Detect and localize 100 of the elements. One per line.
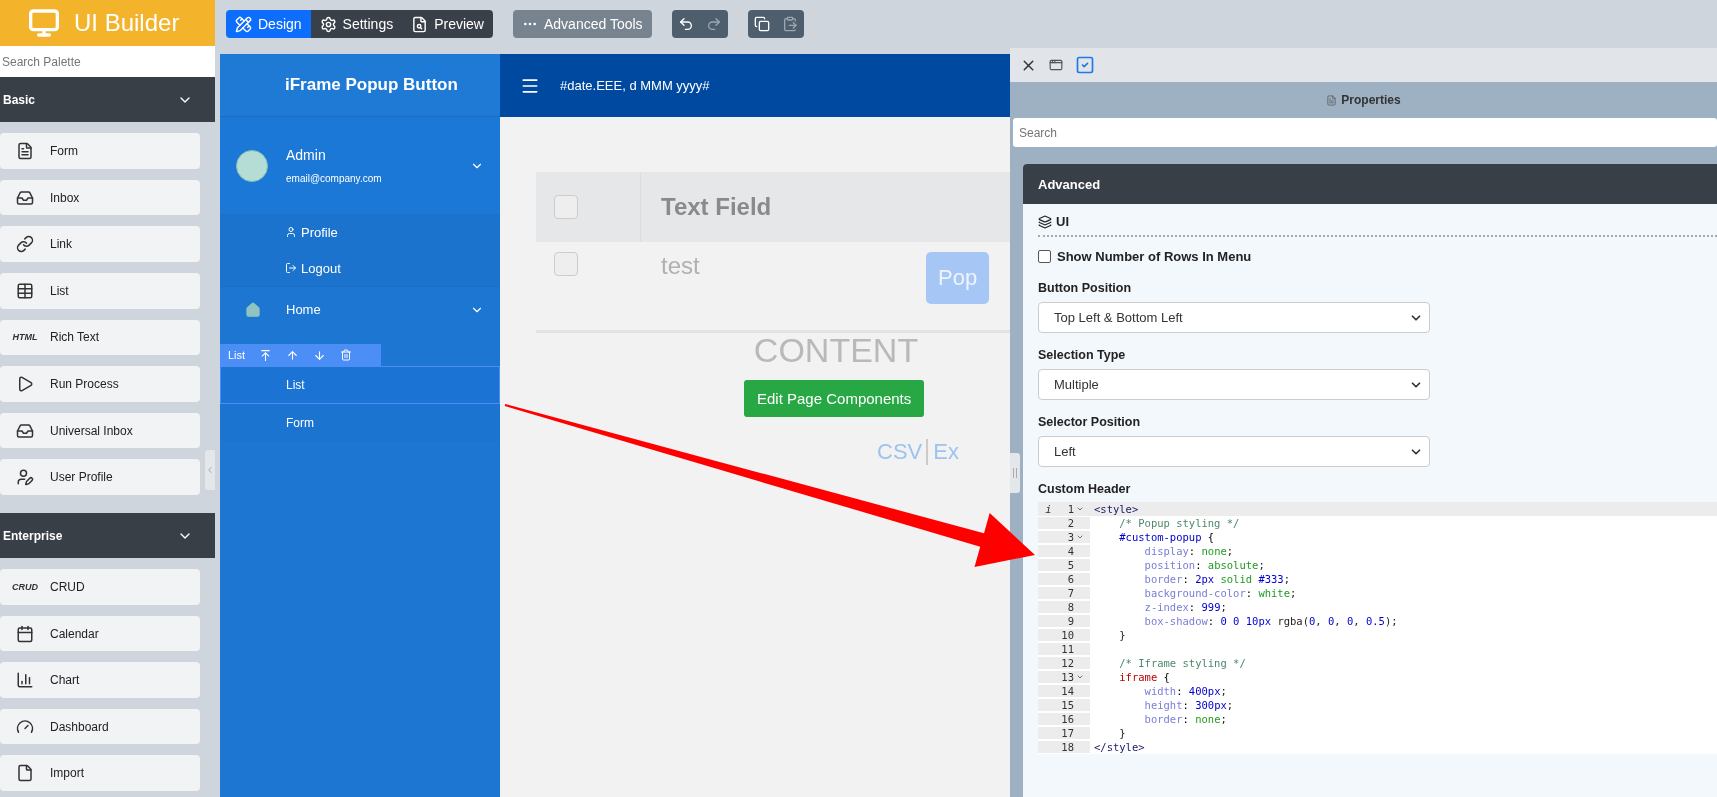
collapse-handle[interactable] [205,450,215,490]
line-number: 16 [1061,713,1074,725]
palette-item-label: Universal Inbox [50,423,133,438]
mode-tab[interactable]: Design [226,10,311,38]
move-top-icon[interactable] [259,348,273,362]
section-title: Enterprise [3,528,63,543]
palette-item[interactable]: Calendar [0,615,200,652]
field-label: Button Position [1038,281,1133,295]
page-menu-item[interactable]: List [220,366,500,404]
delete-icon[interactable] [340,349,353,361]
component-icon [16,141,34,160]
palette-item-label: Dashboard [50,719,109,734]
window-icon[interactable] [1049,58,1063,72]
gear-icon [319,15,337,33]
line-number: 13 [1061,671,1074,683]
layers-icon [1038,214,1052,229]
palette-section-header[interactable]: Basic [0,76,215,123]
group-title: UI [1056,214,1069,229]
properties-search-field[interactable]: Search [1013,118,1717,147]
user-email: email@company.com [286,173,383,184]
palette-item-label: Link [50,237,72,252]
palette-item[interactable]: User Profile [0,459,200,495]
document-icon [1326,94,1338,106]
palette-item[interactable]: Inbox [0,179,200,216]
component-icon [16,281,34,300]
avatar [236,149,268,182]
user-name: Admin [286,147,327,163]
palette-item-label: Chart [50,673,80,688]
undo-button[interactable] [671,10,700,38]
user-icon [285,226,297,238]
copy-icon [753,15,770,33]
palette-item-label: CRUD [50,579,85,594]
line-number: 8 [1067,601,1074,613]
user-menu-item[interactable]: Logout [220,250,500,286]
palette-item[interactable]: Dashboard [0,708,200,745]
palette-item-label: Run Process [50,376,119,391]
move-up-icon[interactable] [286,348,300,362]
palette-item[interactable]: List [0,272,200,309]
fold-icon[interactable] [1076,673,1084,681]
fold-icon[interactable] [1076,505,1084,513]
line-number: 3 [1067,531,1074,543]
column-header: Text Field [660,193,773,221]
grip-icon [1013,468,1017,478]
document-search-icon [411,15,429,33]
app-title: UI Builder [74,9,180,38]
palette-item[interactable]: CRUD CRUD [0,569,200,605]
user-menu-item[interactable]: Profile [220,214,500,250]
palette-section-header[interactable]: Enterprise [0,512,215,559]
component-type-label: HTML [12,332,38,343]
palette-item[interactable]: Import [0,755,200,792]
line-number: 12 [1061,657,1074,669]
palette-item-label: Rich Text [50,330,100,345]
undo-icon [677,15,694,33]
palette-item[interactable]: Universal Inbox [0,412,200,449]
palette-item[interactable]: Form [0,133,200,169]
logout-icon [285,262,297,274]
component-icon [16,468,34,487]
component-icon [16,421,34,440]
palette-item[interactable]: Run Process [0,366,200,402]
checkbox[interactable] [1038,250,1051,263]
panel-title: Properties [1341,93,1401,107]
palette-item-label: User Profile [50,470,113,485]
palette-item-label: Import [50,766,84,781]
line-number: 17 [1061,727,1074,739]
info-marker: i [1045,503,1052,515]
select-field[interactable]: Multiple [1038,369,1430,400]
select-field[interactable]: Left [1038,436,1430,467]
section-header: Advanced [1023,164,1717,204]
palette-item[interactable]: HTML Rich Text [0,319,200,356]
palette-item[interactable]: Chart [0,662,200,698]
line-number: 15 [1061,699,1074,711]
table-cell-text: test [660,252,701,280]
field-label: Selector Position [1038,415,1142,429]
code-editor[interactable]: i 1 <style> 2 /* Popup styling */ 3 #custom-popup { 4 display: none; 5 position: absolute; 6 border: 2px solid #333; 7 background-color: white; 8 z-index: 999; 9 box-shadow: 0 0 10px rgba(0, 0, 0, 0.5); 10 } 11 12 /* Iframe styling */ 13 iframe { 14 width: 400px; 15 height: 300px; 16 border: none; 17 } 18 </style> [1038,502,1717,754]
resize-handle[interactable] [1010,453,1020,493]
monitor-icon [28,7,60,40]
advanced-tools-button[interactable]: Advanced Tools [513,10,652,38]
palette-item-label: List [50,283,69,298]
mode-tab[interactable]: Settings [310,10,403,38]
mode-tab[interactable]: Preview [402,10,493,38]
field-label: Selection Type [1038,348,1127,362]
component-type-label: CRUD [12,581,38,592]
palette-item-label: Inbox [50,190,80,205]
paste-icon [781,15,798,33]
move-down-icon[interactable] [313,348,327,362]
copy-button[interactable] [747,10,776,38]
palette-search-field[interactable]: Search Palette [0,46,215,77]
line-number: 4 [1067,545,1074,557]
line-number: 2 [1067,517,1074,529]
component-icon [16,235,34,254]
field-label: Custom Header [1038,482,1132,496]
select-field[interactable]: Top Left & Bottom Left [1038,302,1430,333]
section-title: Basic [3,92,36,107]
palette-item-label: Form [50,143,78,158]
line-number: 1 [1067,503,1074,515]
palette-item-label: Calendar [50,626,99,641]
line-number: 9 [1067,615,1074,627]
check-square-icon[interactable] [1075,55,1095,75]
palette-item[interactable]: Link [0,226,200,262]
fold-icon[interactable] [1076,533,1084,541]
